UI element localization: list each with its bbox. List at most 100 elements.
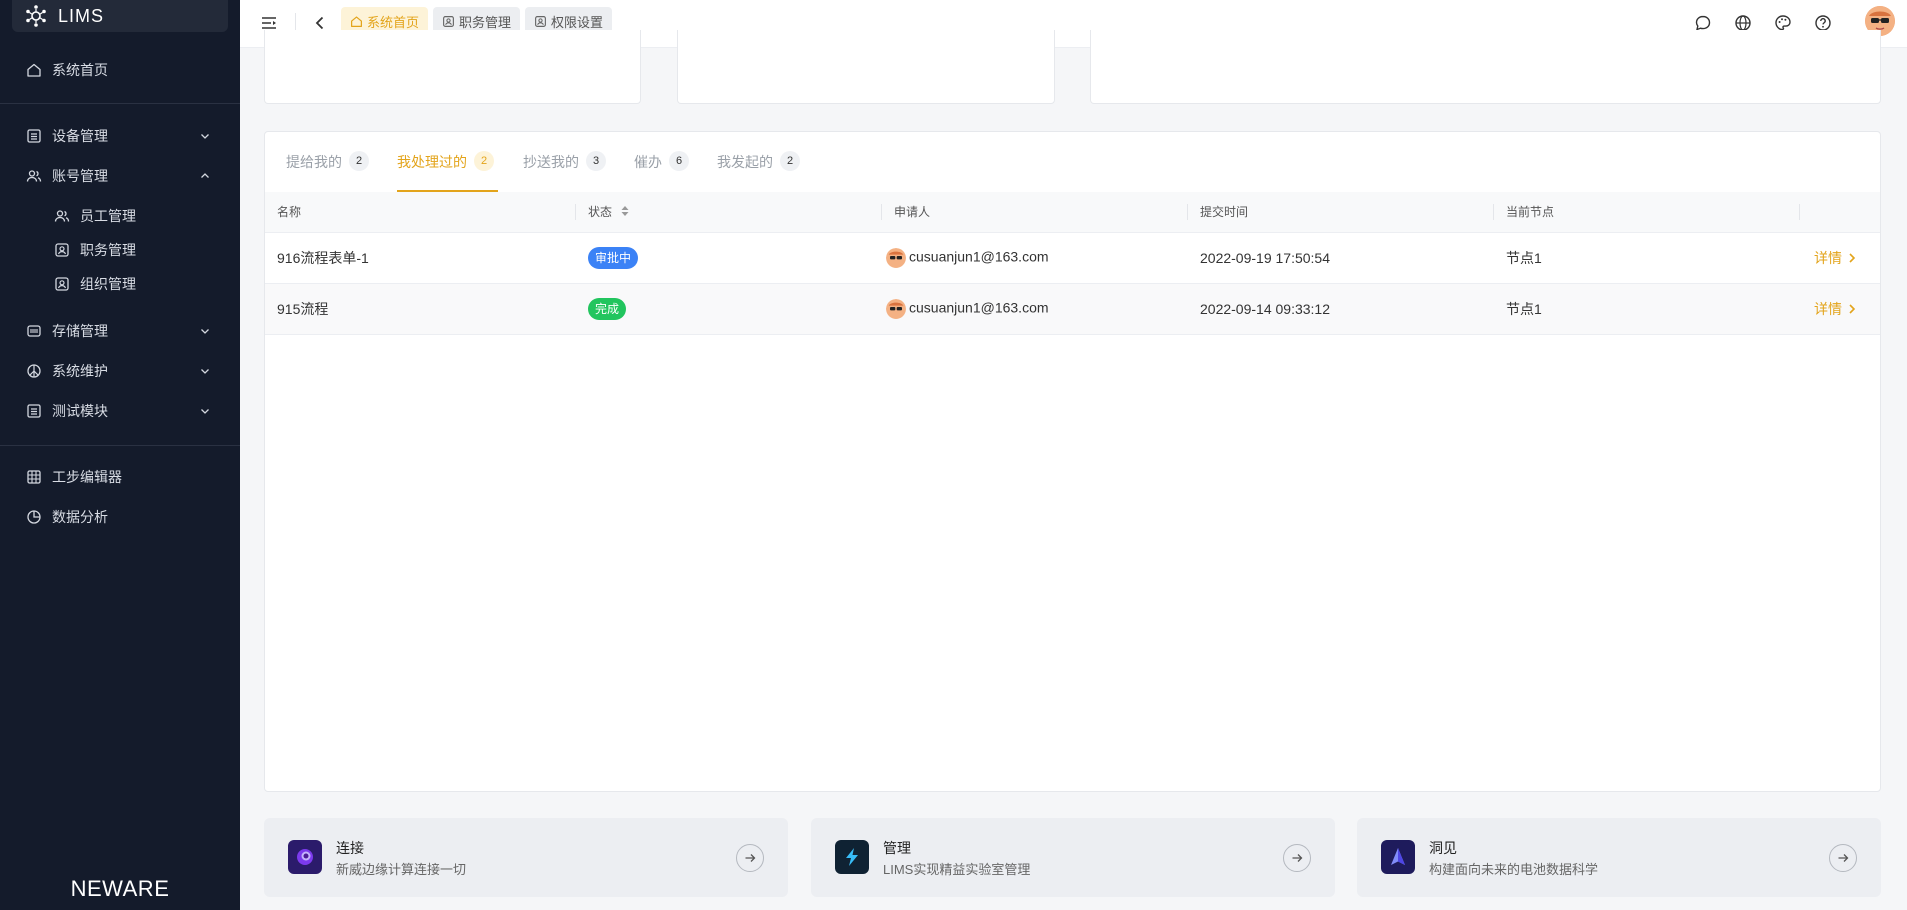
summary-card-2 [677, 30, 1055, 104]
sidebar-item-label: 工步编辑器 [52, 469, 122, 485]
chevron-right-icon [1848, 303, 1856, 315]
grid-icon [26, 469, 42, 485]
cell-action: 详情 [1800, 232, 1880, 284]
detail-link[interactable]: 详情 [1814, 248, 1856, 268]
arrow-right-icon[interactable] [736, 844, 764, 872]
table-row: 915流程 完成 cusuanjun1@163.com 2022-09-14 0… [265, 283, 1880, 335]
applicant-email: cusuanjun1@163.com [909, 248, 1049, 265]
sidebar-item-data-analysis[interactable]: 数据分析 [0, 497, 240, 537]
status-badge: 完成 [588, 297, 627, 320]
id-card-icon [442, 15, 455, 28]
column-header-actions [1800, 192, 1880, 233]
chevron-down-icon [198, 404, 212, 418]
tab-cc-to-me[interactable]: 抄送我的 3 [523, 151, 606, 192]
promo-card-insight[interactable]: 洞见 构建面向未来的电池数据科学 [1357, 818, 1881, 897]
tab-label: 抄送我的 [523, 154, 579, 170]
count-badge: 3 [586, 151, 606, 171]
count-badge: 2 [349, 151, 369, 171]
promo-title: 管理 [883, 840, 911, 856]
sidebar-item-account[interactable]: 账号管理 [0, 156, 240, 196]
id-card-icon [54, 276, 70, 292]
tab-label: 职务管理 [459, 14, 512, 30]
id-card-icon [534, 15, 547, 28]
lims-logo-icon [24, 4, 48, 28]
process-panel: 提给我的 2 我处理过的 2 抄送我的 3 催办 6 我发起的 2 名称 状态 [264, 131, 1881, 792]
sidebar-divider [0, 103, 240, 104]
cell-status: 审批中 [576, 232, 882, 284]
cell-applicant: cusuanjun1@163.com [882, 232, 1188, 284]
sidebar-divider [0, 445, 240, 446]
promo-subtitle: 新威边缘计算连接一切 [336, 862, 467, 877]
cell-action: 详情 [1800, 283, 1880, 335]
tab-label: 我处理过的 [397, 154, 467, 170]
sidebar-item-maintenance[interactable]: 系统维护 [0, 351, 240, 391]
tab-label: 提给我的 [286, 154, 342, 170]
users-icon [54, 208, 70, 224]
sidebar-item-home[interactable]: 系统首页 [0, 50, 240, 90]
arrow-right-icon[interactable] [1283, 844, 1311, 872]
promo-title: 洞见 [1429, 840, 1457, 856]
cell-node: 节点1 [1494, 232, 1800, 284]
column-header-status[interactable]: 状态 [576, 192, 882, 233]
tab-label: 权限设置 [551, 14, 604, 30]
count-badge: 2 [780, 151, 800, 171]
sidebar-item-employees[interactable]: 员工管理 [0, 200, 240, 232]
summary-card-3 [1090, 30, 1881, 104]
cell-name: 916流程表单-1 [265, 232, 576, 284]
cell-applicant: cusuanjun1@163.com [882, 283, 1188, 335]
home-icon [350, 15, 363, 28]
pie-chart-icon [26, 509, 42, 525]
column-header-submit-time: 提交时间 [1188, 192, 1494, 233]
promo-card-manage[interactable]: 管理 LIMS实现精益实验室管理 [811, 818, 1335, 897]
chevron-right-icon [1848, 252, 1856, 264]
sidebar-item-label: 存储管理 [52, 323, 108, 339]
connect-logo-icon [288, 840, 322, 874]
chevron-down-icon [198, 364, 212, 378]
column-header-current-node: 当前节点 [1494, 192, 1800, 233]
count-badge: 2 [474, 151, 494, 171]
sidebar-item-step-editor[interactable]: 工步编辑器 [0, 457, 240, 497]
promo-title: 连接 [336, 840, 364, 856]
chevron-down-icon [198, 324, 212, 338]
sidebar: LIMS 系统首页 设备管理 账号管理 员工管理 职务管理 组织管理 存储管理 … [0, 0, 240, 910]
promo-card-connect[interactable]: 连接 新威边缘计算连接一切 [264, 818, 788, 897]
summary-card-1 [264, 30, 641, 104]
sidebar-item-positions[interactable]: 职务管理 [0, 234, 240, 266]
applicant-email: cusuanjun1@163.com [909, 299, 1049, 316]
tab-assigned-to-me[interactable]: 提给我的 2 [286, 151, 369, 192]
home-icon [26, 62, 42, 78]
chevron-up-icon [198, 169, 212, 183]
sidebar-item-label: 设备管理 [52, 128, 108, 144]
sidebar-item-device[interactable]: 设备管理 [0, 116, 240, 156]
sidebar-sub-label: 组织管理 [80, 276, 136, 292]
table-header-row: 名称 状态 申请人 提交时间 当前节点 [265, 192, 1880, 233]
list-box-icon [26, 403, 42, 419]
tab-initiated-by-me[interactable]: 我发起的 2 [717, 151, 800, 192]
sidebar-sub-label: 员工管理 [80, 208, 136, 224]
column-header-applicant: 申请人 [882, 192, 1188, 233]
detail-link[interactable]: 详情 [1814, 299, 1856, 319]
tab-label: 我发起的 [717, 154, 773, 170]
app-title: LIMS [58, 5, 105, 26]
chevron-down-icon [198, 129, 212, 143]
id-card-icon [54, 242, 70, 258]
sort-icon[interactable] [621, 205, 629, 220]
tab-label: 系统首页 [367, 14, 420, 30]
avatar [886, 298, 906, 319]
cell-node: 节点1 [1494, 283, 1800, 335]
cell-name: 915流程 [265, 283, 576, 335]
peace-icon [26, 363, 42, 379]
status-badge: 审批中 [588, 246, 639, 269]
storage-icon [26, 323, 42, 339]
cell-time: 2022-09-19 17:50:54 [1188, 232, 1494, 284]
cell-time: 2022-09-14 09:33:12 [1188, 283, 1494, 335]
tab-urge[interactable]: 催办 6 [634, 151, 689, 192]
promo-subtitle: 构建面向未来的电池数据科学 [1429, 862, 1599, 877]
tab-processed-by-me[interactable]: 我处理过的 2 [397, 151, 498, 192]
sidebar-item-organization[interactable]: 组织管理 [0, 268, 240, 300]
sidebar-item-test-module[interactable]: 测试模块 [0, 391, 240, 431]
brand[interactable]: LIMS [12, 0, 228, 32]
sidebar-item-storage[interactable]: 存储管理 [0, 311, 240, 351]
list-box-icon [26, 128, 42, 144]
arrow-right-icon[interactable] [1829, 844, 1857, 872]
